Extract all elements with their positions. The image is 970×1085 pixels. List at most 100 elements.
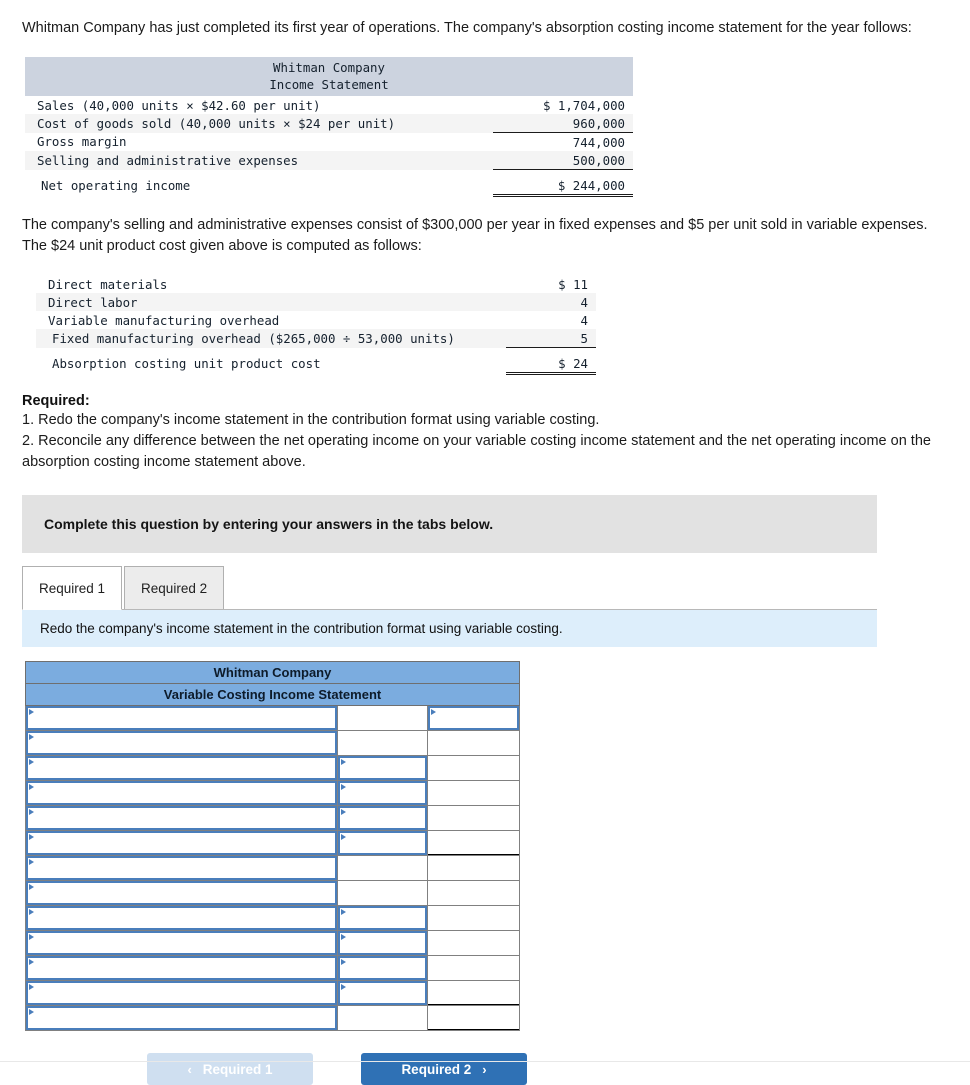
answer-label-cell-9[interactable] bbox=[25, 905, 338, 932]
is-row-label: Selling and administrative expenses bbox=[25, 151, 493, 170]
answer-label-cell-13[interactable] bbox=[25, 1005, 338, 1032]
answer-total-cell-10[interactable] bbox=[427, 930, 520, 957]
answer-total-cell-12[interactable] bbox=[427, 980, 520, 1007]
text-input[interactable] bbox=[26, 756, 337, 781]
answer-amount-cell-4[interactable] bbox=[337, 780, 428, 807]
table-row: Sales (40,000 units × $42.60 per unit) $… bbox=[25, 96, 633, 114]
answer-label-cell-2[interactable] bbox=[25, 730, 338, 757]
text-input[interactable] bbox=[428, 706, 519, 731]
text-input[interactable] bbox=[338, 831, 427, 856]
table-row: Net operating income $ 244,000 bbox=[25, 176, 633, 197]
answer-label-cell-7[interactable] bbox=[25, 855, 338, 882]
uc-row-label: Absorption costing unit product cost bbox=[52, 356, 321, 372]
answer-total-cell-3[interactable] bbox=[427, 755, 520, 782]
text-input[interactable] bbox=[26, 906, 337, 931]
answer-total-cell-6[interactable] bbox=[427, 830, 520, 857]
table-row bbox=[25, 880, 520, 907]
is-row-label: Gross margin bbox=[37, 134, 127, 150]
tabstrip: Required 1 Required 2 bbox=[22, 566, 877, 611]
answer-total-cell-7[interactable] bbox=[427, 855, 520, 882]
answer-total-cell-8[interactable] bbox=[427, 880, 520, 907]
answer-label-cell-10[interactable] bbox=[25, 930, 338, 957]
text-input[interactable] bbox=[338, 906, 427, 931]
answer-label-cell-5[interactable] bbox=[25, 805, 338, 832]
table-row bbox=[25, 780, 520, 807]
text-input[interactable] bbox=[338, 781, 427, 806]
tab-required-1[interactable]: Required 1 bbox=[22, 566, 123, 611]
text-input[interactable] bbox=[338, 931, 427, 956]
table-row bbox=[25, 930, 520, 957]
table-row bbox=[25, 980, 520, 1007]
text-input[interactable] bbox=[26, 831, 337, 856]
answer-total-cell-2[interactable] bbox=[427, 730, 520, 757]
answer-amount-cell-2[interactable] bbox=[337, 730, 428, 757]
text-input[interactable] bbox=[26, 706, 337, 731]
answer-amount-cell-1[interactable] bbox=[337, 705, 428, 732]
tabs-container: Required 1 Required 2 bbox=[22, 566, 877, 611]
uc-row-label: Fixed manufacturing overhead ($265,000 ÷… bbox=[36, 329, 506, 348]
answer-amount-cell-12[interactable] bbox=[337, 980, 428, 1007]
answer-label-cell-4[interactable] bbox=[25, 780, 338, 807]
text-input[interactable] bbox=[338, 756, 427, 781]
answer-label-cell-8[interactable] bbox=[25, 880, 338, 907]
table-row bbox=[25, 955, 520, 982]
text-input[interactable] bbox=[26, 806, 337, 831]
answer-label-cell-1[interactable] bbox=[25, 705, 338, 732]
uc-row-value: 5 bbox=[506, 329, 596, 349]
text-input[interactable] bbox=[26, 981, 337, 1006]
text-input[interactable] bbox=[26, 781, 337, 806]
text-input[interactable] bbox=[26, 731, 337, 756]
prev-required-1-button[interactable]: ‹ Required 1 bbox=[147, 1053, 313, 1085]
unit-product-cost-table: Direct materials $ 11 Direct labor 4 Var… bbox=[36, 275, 596, 376]
text-input[interactable] bbox=[26, 881, 337, 906]
next-required-2-button[interactable]: Required 2 › bbox=[361, 1053, 527, 1085]
answer-total-cell-13[interactable] bbox=[427, 1005, 520, 1032]
chevron-left-icon: ‹ bbox=[187, 1061, 192, 1077]
answer-amount-cell-11[interactable] bbox=[337, 955, 428, 982]
table-row: Variable manufacturing overhead 4 bbox=[36, 311, 596, 329]
uc-row-value: $ 11 bbox=[558, 276, 588, 292]
answer-total-cell-1[interactable] bbox=[427, 705, 520, 732]
answer-amount-cell-5[interactable] bbox=[337, 805, 428, 832]
uc-row-value: 4 bbox=[506, 293, 596, 312]
answer-total-cell-4[interactable] bbox=[427, 780, 520, 807]
is-row-label: Net operating income bbox=[41, 178, 191, 194]
answer-amount-cell-7[interactable] bbox=[337, 855, 428, 882]
answer-amount-cell-8[interactable] bbox=[337, 880, 428, 907]
is-title-row: Whitman Company bbox=[25, 57, 633, 77]
table-row bbox=[25, 830, 520, 857]
answer-amount-cell-13[interactable] bbox=[337, 1005, 428, 1032]
answer-label-cell-11[interactable] bbox=[25, 955, 338, 982]
answer-subtitle-row: Variable Costing Income Statement bbox=[25, 683, 520, 707]
answer-total-cell-5[interactable] bbox=[427, 805, 520, 832]
answer-amount-cell-3[interactable] bbox=[337, 755, 428, 782]
answer-subtitle: Variable Costing Income Statement bbox=[25, 683, 520, 707]
is-company-name: Whitman Company bbox=[25, 57, 633, 77]
answer-amount-cell-6[interactable] bbox=[337, 830, 428, 857]
uc-row-value: 4 bbox=[580, 312, 588, 328]
text-input[interactable] bbox=[338, 981, 427, 1006]
is-row-value: $ 244,000 bbox=[493, 176, 633, 197]
answer-total-cell-9[interactable] bbox=[427, 905, 520, 932]
uc-row-label: Variable manufacturing overhead bbox=[48, 312, 280, 328]
text-input[interactable] bbox=[26, 956, 337, 981]
table-row: Direct materials $ 11 bbox=[36, 275, 596, 293]
answer-label-cell-3[interactable] bbox=[25, 755, 338, 782]
text-input[interactable] bbox=[26, 931, 337, 956]
text-input[interactable] bbox=[338, 806, 427, 831]
tab-required-2[interactable]: Required 2 bbox=[124, 566, 225, 610]
answer-label-cell-12[interactable] bbox=[25, 980, 338, 1007]
table-row bbox=[25, 855, 520, 882]
answer-total-cell-11[interactable] bbox=[427, 955, 520, 982]
answer-amount-cell-9[interactable] bbox=[337, 905, 428, 932]
table-row bbox=[25, 705, 520, 732]
answer-amount-cell-10[interactable] bbox=[337, 930, 428, 957]
text-input[interactable] bbox=[26, 1006, 337, 1031]
text-input[interactable] bbox=[338, 956, 427, 981]
answer-label-cell-6[interactable] bbox=[25, 830, 338, 857]
answer-grid-wrapper: Whitman Company Variable Costing Income … bbox=[25, 661, 948, 1032]
answer-company-name: Whitman Company bbox=[25, 661, 520, 685]
text-input[interactable] bbox=[26, 856, 337, 881]
